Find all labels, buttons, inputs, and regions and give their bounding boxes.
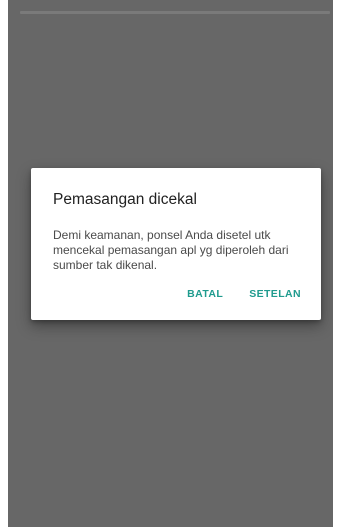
settings-button[interactable]: SETELAN xyxy=(249,288,301,300)
cancel-button[interactable]: BATAL xyxy=(187,288,223,300)
dialog-title: Pemasangan dicekal xyxy=(53,191,197,208)
dialog-actions: BATAL SETELAN xyxy=(187,288,301,300)
dimmed-screen: Pemasangan dicekal Demi keamanan, ponsel… xyxy=(8,0,333,527)
status-bar-divider xyxy=(20,11,330,14)
install-blocked-dialog: Pemasangan dicekal Demi keamanan, ponsel… xyxy=(31,168,321,320)
dialog-message: Demi keamanan, ponsel Anda disetel utk m… xyxy=(53,228,289,272)
